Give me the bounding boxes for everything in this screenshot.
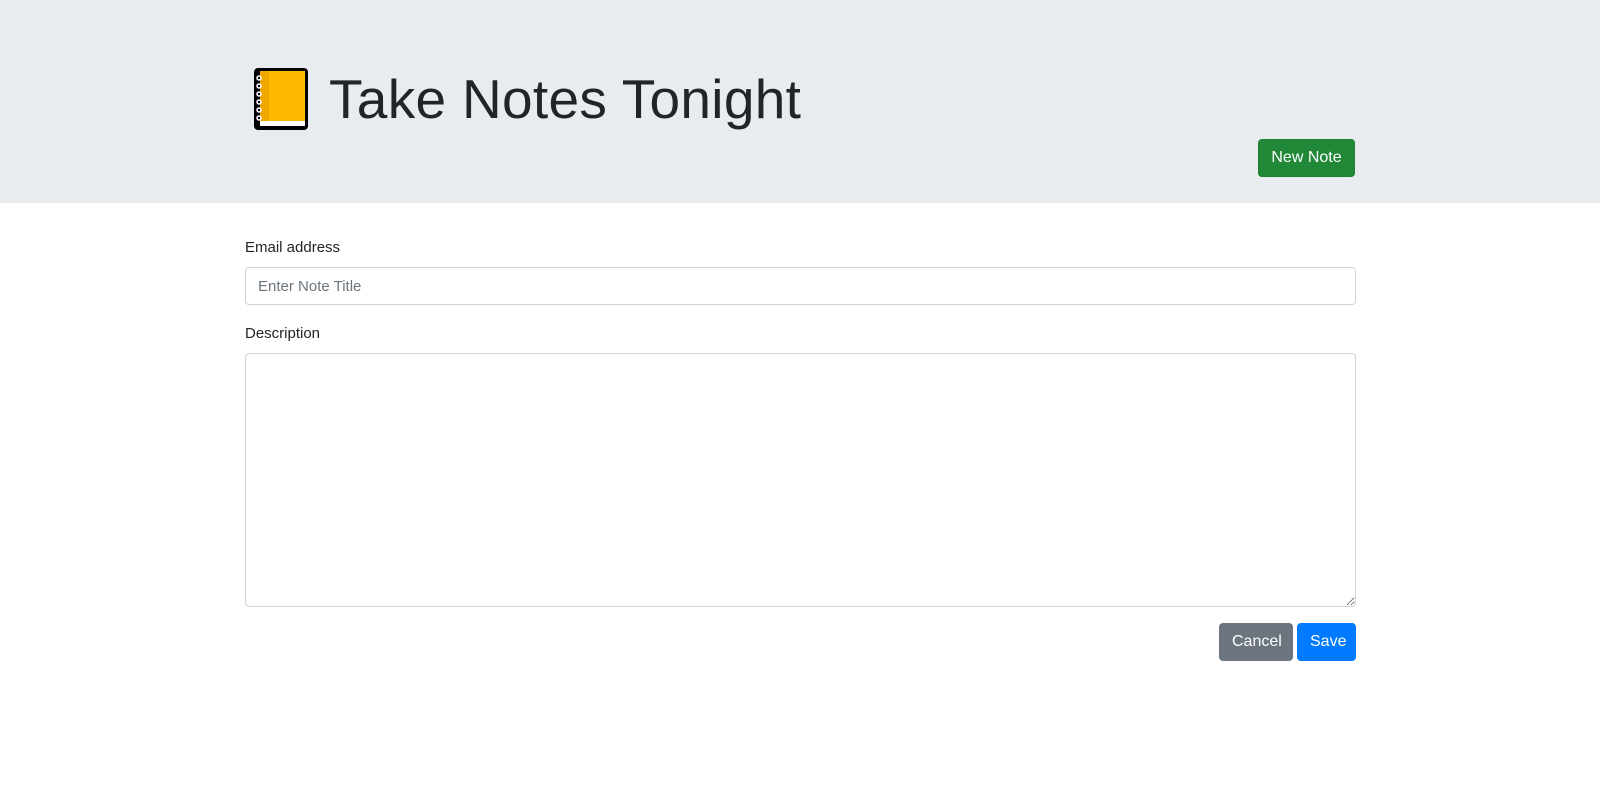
description-textarea[interactable] <box>245 353 1356 607</box>
note-title-label: Email address <box>245 239 341 256</box>
brand: Take Notes Tonight <box>252 66 801 132</box>
new-note-button[interactable]: New Note <box>1258 139 1355 177</box>
save-button[interactable]: Save <box>1297 623 1356 661</box>
notebook-icon <box>254 68 308 130</box>
note-form: Email address Description Cancel Save <box>0 203 1600 799</box>
cancel-button[interactable]: Cancel <box>1219 623 1293 661</box>
note-title-input[interactable] <box>245 267 1356 305</box>
header: Take Notes Tonight New Note <box>0 0 1600 203</box>
app-title: Take Notes Tonight <box>329 68 802 130</box>
description-label: Description <box>245 325 321 342</box>
